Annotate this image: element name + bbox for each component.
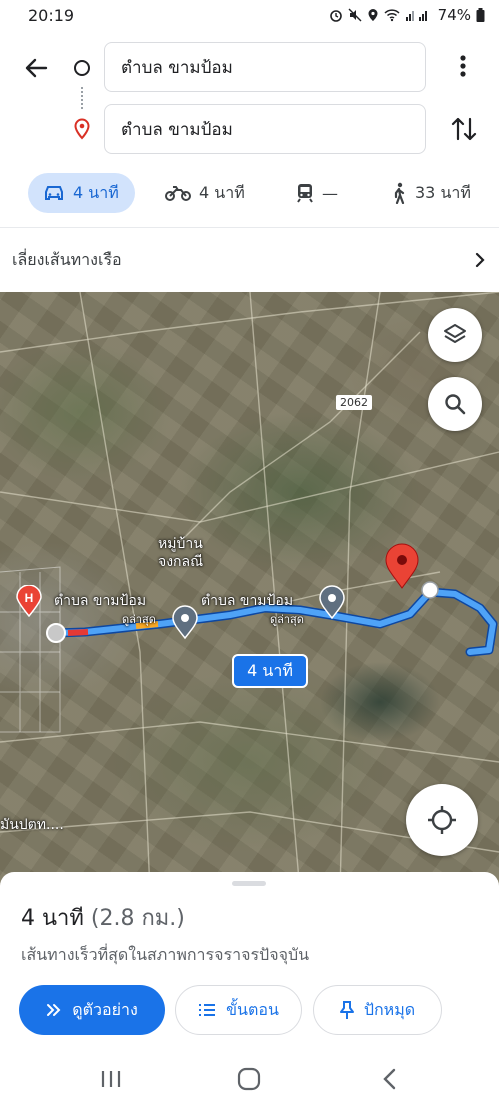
mode-motorcycle-time: 4 นาที — [199, 182, 245, 202]
hospital-pin-icon[interactable]: H — [16, 585, 42, 617]
battery-icon — [476, 8, 485, 22]
mode-walk-time: 33 นาที — [415, 182, 471, 202]
pin-label: ปักหมุด — [363, 999, 416, 1019]
map-label-edge: มันปตท.... — [0, 817, 64, 833]
route-distance: (2.8 กม.) — [90, 906, 185, 931]
more-options-icon[interactable] — [451, 50, 475, 82]
satellite-map[interactable]: H 2062 หมู่บ้าน จงกลณี ตำบล ขามป้อม ดูล่… — [0, 292, 499, 892]
mode-drive-tab[interactable]: 4 นาที — [28, 173, 135, 213]
steps-button[interactable]: ขั้นตอน — [175, 985, 302, 1035]
steps-label: ขั้นตอน — [226, 999, 279, 1019]
avoid-ferries-label: เลี่ยงเส้นทางเรือ — [12, 249, 122, 269]
layers-button[interactable] — [428, 308, 482, 362]
wifi-icon — [384, 9, 400, 22]
list-icon — [199, 1004, 216, 1016]
battery-percent: 74% — [437, 6, 471, 24]
map-label-village: หมู่บ้าน จงกลณี — [158, 536, 204, 570]
map-label-place-left-sub: ดูล่าสุด — [122, 613, 156, 626]
mode-transit-time: — — [322, 183, 338, 203]
route-duration: 4 นาที — [21, 906, 84, 931]
my-location-button[interactable] — [406, 784, 478, 856]
motorcycle-icon — [165, 186, 191, 201]
search-along-route-button[interactable] — [428, 377, 482, 431]
layers-icon — [444, 324, 466, 343]
map-label-place-right[interactable]: ตำบล ขามป้อม — [201, 590, 293, 612]
mute-icon — [348, 8, 362, 22]
status-icons: 74% — [329, 6, 485, 24]
double-chevron-icon — [47, 1004, 61, 1016]
location-icon — [368, 9, 378, 21]
system-nav-bar — [0, 1048, 499, 1110]
preview-button[interactable]: ดูตัวอย่าง — [19, 985, 165, 1035]
pin-button[interactable]: ปักหมุด — [313, 985, 442, 1035]
route-connector — [81, 87, 83, 109]
mode-transit-tab[interactable]: — — [296, 173, 338, 213]
back-arrow-icon[interactable] — [20, 52, 52, 84]
route-summary: 4 นาที (2.8 กม.) — [21, 900, 185, 935]
avoid-ferries-option[interactable]: เลี่ยงเส้นทางเรือ — [0, 228, 499, 292]
train-icon — [297, 184, 313, 203]
recent-apps-icon[interactable] — [96, 1066, 126, 1092]
road-number-shield: 2062 — [336, 395, 372, 410]
destination-pin-icon — [74, 118, 90, 140]
chevron-right-icon — [475, 252, 485, 268]
origin-input[interactable]: ตำบล ขามป้อม — [104, 42, 426, 92]
route-duration-chip[interactable]: 4 นาที — [232, 654, 308, 688]
mode-motorcycle-tab[interactable]: 4 นาที — [165, 173, 245, 213]
directions-panel: ตำบล ขามป้อม ตำบล ขามป้อม 4 นาที 4 นาที … — [0, 30, 499, 292]
sheet-drag-handle[interactable] — [232, 881, 266, 886]
walk-icon — [394, 182, 405, 204]
mode-drive-time: 4 นาที — [73, 182, 119, 202]
pushpin-icon — [339, 1001, 354, 1019]
signal-icon — [405, 11, 427, 21]
map-label-place-right-sub: ดูล่าสุด — [270, 613, 304, 626]
home-icon[interactable] — [234, 1066, 264, 1092]
car-icon — [45, 186, 63, 200]
status-bar: 20:19 74% — [0, 0, 499, 30]
mode-walk-tab[interactable]: 33 นาที — [391, 173, 471, 213]
alarm-icon — [329, 10, 342, 22]
status-time: 20:19 — [28, 5, 75, 25]
route-description: เส้นทางเร็วที่สุดในสภาพการจราจรปัจจุบัน — [21, 945, 310, 964]
svg-text:H: H — [25, 591, 34, 605]
swap-icon[interactable] — [449, 112, 479, 146]
origin-circle-icon — [74, 60, 90, 76]
search-icon — [445, 394, 466, 415]
travel-modes: 4 นาที 4 นาที — 33 นาที — [0, 170, 499, 216]
preview-label: ดูตัวอย่าง — [72, 999, 138, 1019]
destination-input[interactable]: ตำบล ขามป้อม — [104, 104, 426, 154]
crosshair-icon — [428, 806, 456, 834]
back-nav-icon[interactable] — [376, 1066, 406, 1092]
map-label-place-left[interactable]: ตำบล ขามป้อม — [54, 590, 146, 612]
